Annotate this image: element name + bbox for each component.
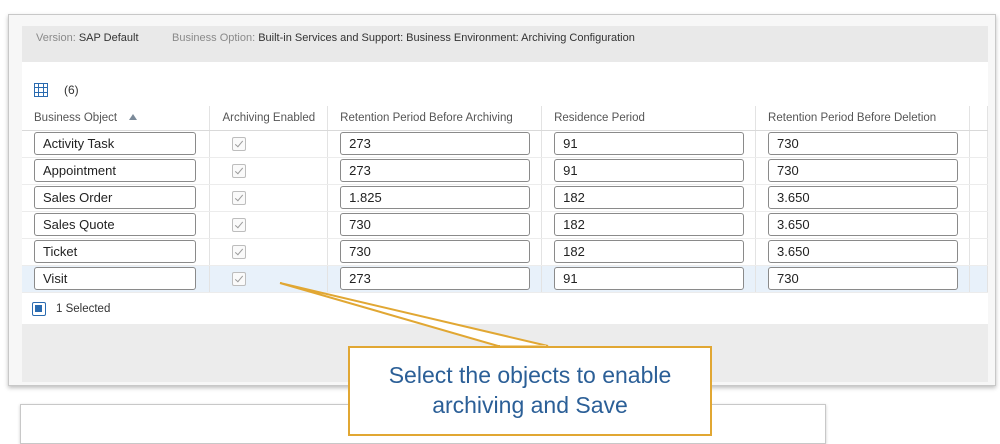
callout-line-2: archiving and Save (432, 392, 628, 418)
callout-line-1: Select the objects to enable (388, 362, 672, 388)
instruction-callout: Select the objects to enable archiving a… (348, 346, 712, 436)
